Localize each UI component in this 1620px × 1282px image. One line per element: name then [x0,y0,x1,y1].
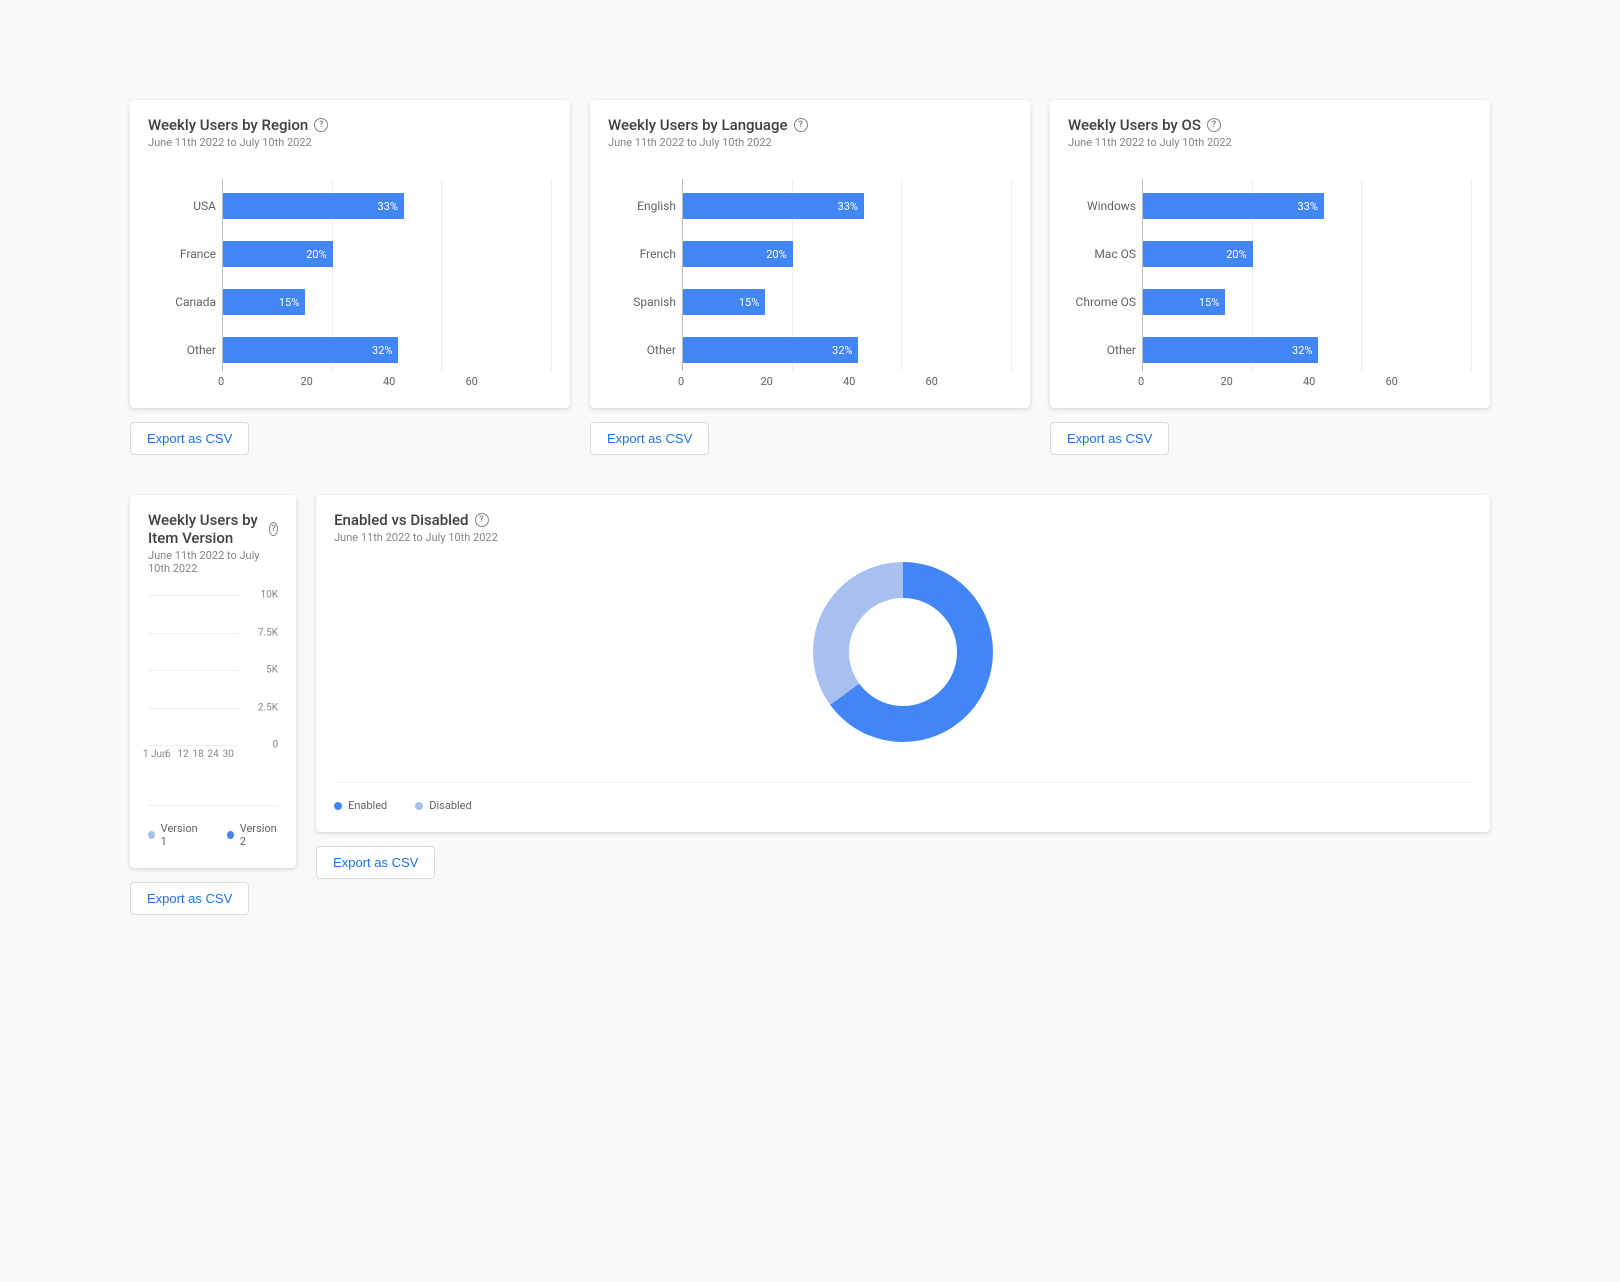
export-language-button[interactable]: Export as CSV [590,422,709,455]
enabled-card: Enabled vs Disabled ? June 11th 2022 to … [316,495,1490,832]
donut-wrap [334,562,1472,742]
legend-v2: Version 2 [227,822,278,848]
version-legend: Version 1 Version 2 [148,805,278,848]
legend-v2-label: Version 2 [240,822,278,848]
language-col: Weekly Users by Language ? June 11th 202… [590,100,1030,455]
language-title-row: Weekly Users by Language ? [608,116,1012,134]
language-chart: 33% 20% 15% 32% EnglishFrenchSpanishOthe… [608,179,1012,388]
legend-swatch-icon [415,802,423,810]
os-title-row: Weekly Users by OS ? [1068,116,1472,134]
help-icon[interactable]: ? [1207,118,1221,132]
os-col: Weekly Users by OS ? June 11th 2022 to J… [1050,100,1490,455]
help-icon[interactable]: ? [269,522,278,536]
region-title-row: Weekly Users by Region ? [148,116,552,134]
legend-v1: Version 1 [148,822,199,848]
top-row: Weekly Users by Region ? June 11th 2022 … [130,100,1490,455]
help-icon[interactable]: ? [314,118,328,132]
enabled-title: Enabled vs Disabled [334,511,468,529]
export-enabled-button[interactable]: Export as CSV [316,846,435,879]
version-title-row: Weekly Users by Item Version ? [148,511,278,547]
os-card: Weekly Users by OS ? June 11th 2022 to J… [1050,100,1490,408]
enabled-col: Enabled vs Disabled ? June 11th 2022 to … [316,495,1490,915]
export-version-button[interactable]: Export as CSV [130,882,249,915]
legend-swatch-icon [148,831,155,839]
version-subtitle: June 11th 2022 to July 10th 2022 [148,549,278,575]
language-subtitle: June 11th 2022 to July 10th 2022 [608,136,1012,149]
region-chart: 33% 20% 15% 32% USAFranceCanadaOther0204… [148,179,552,388]
legend-disabled-label: Disabled [429,799,471,812]
help-icon[interactable]: ? [475,513,489,527]
enabled-legend: Enabled Disabled [334,782,1472,812]
help-icon[interactable]: ? [794,118,808,132]
legend-swatch-icon [227,831,234,839]
legend-enabled: Enabled [334,799,387,812]
version-chart: 02.5K5K7.5K10K [148,595,278,765]
os-title: Weekly Users by OS [1068,116,1201,134]
region-card: Weekly Users by Region ? June 11th 2022 … [130,100,570,408]
export-region-button[interactable]: Export as CSV [130,422,249,455]
legend-disabled: Disabled [415,799,471,812]
language-title: Weekly Users by Language [608,116,788,134]
legend-swatch-icon [334,802,342,810]
version-col: Weekly Users by Item Version ? June 11th… [130,495,296,915]
version-card: Weekly Users by Item Version ? June 11th… [130,495,296,868]
os-subtitle: June 11th 2022 to July 10th 2022 [1068,136,1472,149]
legend-v1-label: Version 1 [161,822,199,848]
region-col: Weekly Users by Region ? June 11th 2022 … [130,100,570,455]
os-chart: 33% 20% 15% 32% WindowsMac OSChrome OSOt… [1068,179,1472,388]
region-subtitle: June 11th 2022 to July 10th 2022 [148,136,552,149]
legend-enabled-label: Enabled [348,799,387,812]
bottom-row: Weekly Users by Item Version ? June 11th… [130,495,1490,915]
export-os-button[interactable]: Export as CSV [1050,422,1169,455]
region-title: Weekly Users by Region [148,116,308,134]
enabled-subtitle: June 11th 2022 to July 10th 2022 [334,531,1472,544]
enabled-title-row: Enabled vs Disabled ? [334,511,1472,529]
version-title: Weekly Users by Item Version [148,511,263,547]
donut-chart [813,562,993,742]
language-card: Weekly Users by Language ? June 11th 202… [590,100,1030,408]
